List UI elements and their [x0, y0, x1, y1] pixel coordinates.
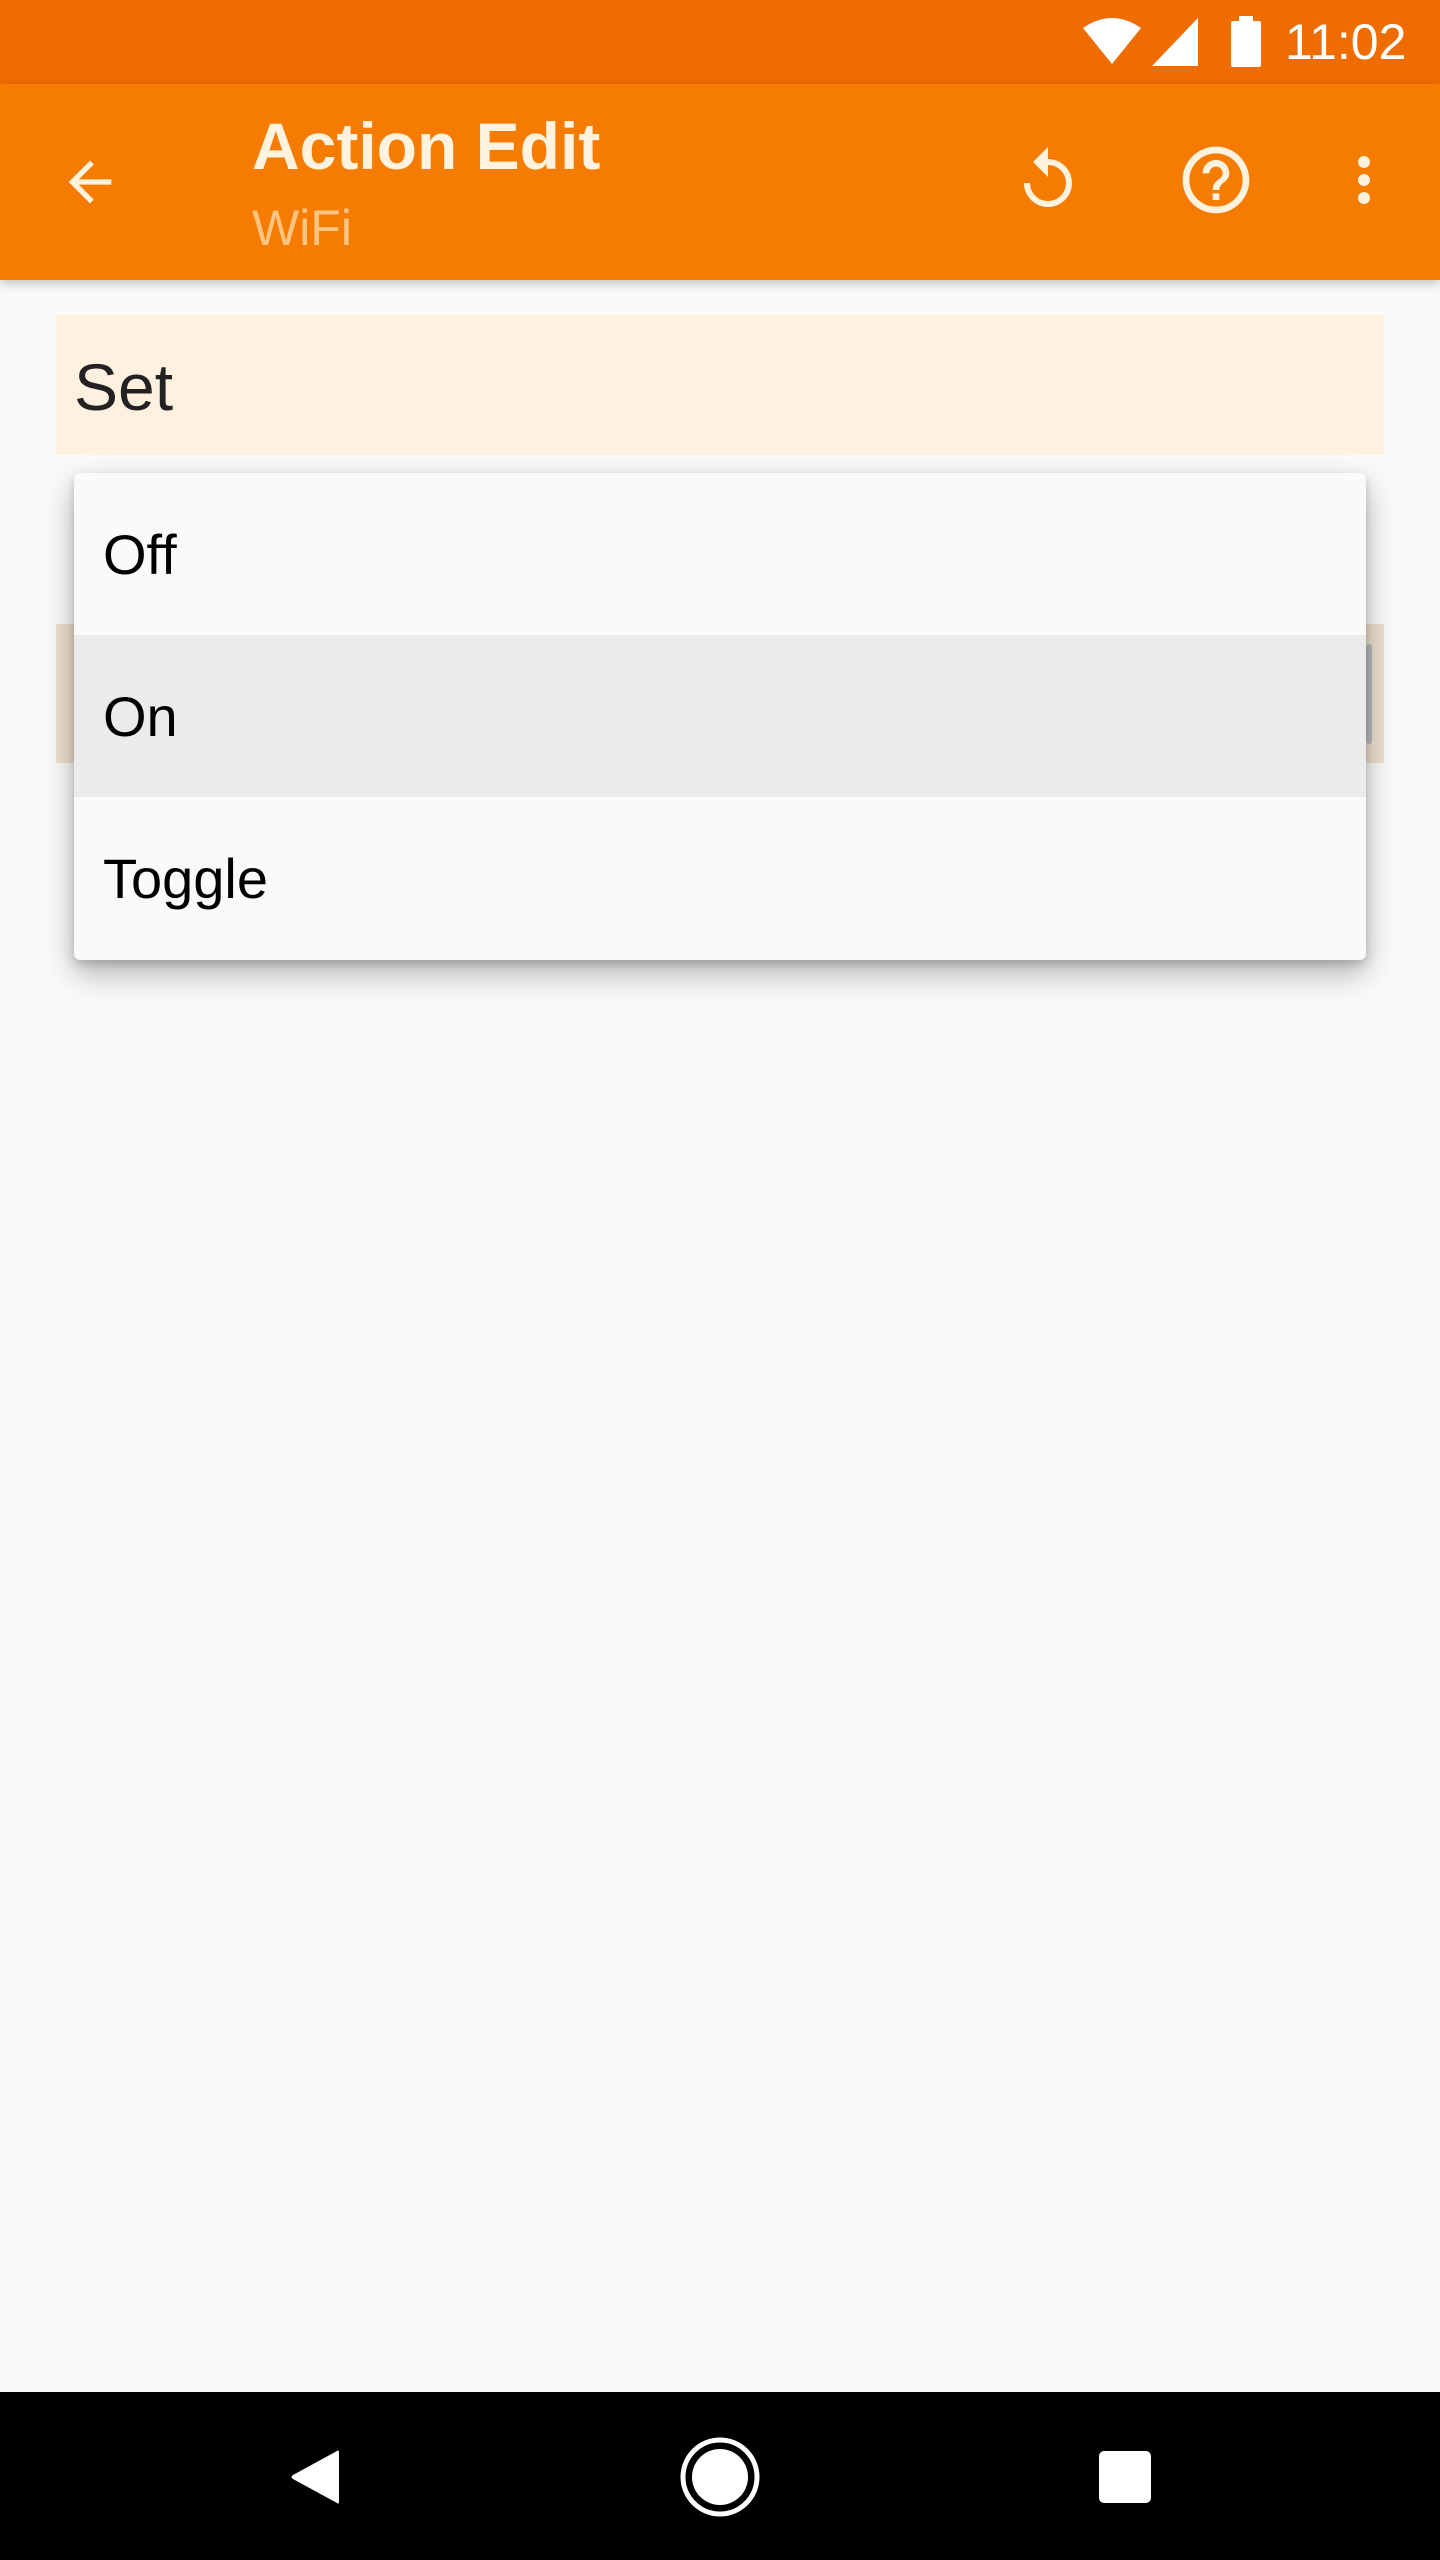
help-button[interactable]	[1168, 132, 1264, 228]
cell-signal-icon	[1152, 18, 1198, 66]
dropdown-option-off[interactable]: Off	[74, 473, 1366, 635]
option-label: On	[103, 684, 178, 748]
dropdown-option-toggle[interactable]: Toggle	[74, 797, 1366, 959]
set-label: Set	[74, 350, 174, 424]
option-label: Off	[103, 522, 177, 586]
help-icon	[1182, 146, 1250, 214]
more-options-button[interactable]	[1316, 132, 1412, 228]
state-dropdown-menu: Off On Toggle	[74, 473, 1366, 960]
dropdown-option-on[interactable]: On	[74, 635, 1366, 797]
nav-back-icon	[291, 2450, 339, 2504]
status-bar: 11:02	[0, 0, 1440, 84]
nav-recents-button[interactable]	[1080, 2432, 1170, 2522]
more-vert-icon	[1358, 156, 1370, 204]
undo-button[interactable]	[1000, 132, 1096, 228]
system-nav-bar	[0, 2392, 1440, 2560]
undo-icon	[1024, 147, 1072, 207]
app-toolbar: Action Edit WiFi	[0, 84, 1440, 280]
set-field: Set	[56, 315, 1384, 455]
nav-home-button[interactable]	[668, 2425, 772, 2529]
option-label: Toggle	[103, 846, 269, 910]
wifi-icon	[1083, 18, 1141, 64]
back-arrow-icon	[68, 160, 112, 204]
nav-recents-icon	[1099, 2451, 1151, 2503]
page-title: Action Edit	[252, 109, 601, 183]
battery-icon	[1231, 16, 1261, 67]
spinner-edge	[1366, 644, 1372, 744]
page-subtitle: WiFi	[252, 200, 352, 256]
nav-back-button[interactable]	[270, 2432, 360, 2522]
clock: 11:02	[1285, 14, 1407, 70]
nav-home-icon	[680, 2437, 760, 2517]
back-button[interactable]	[42, 134, 138, 230]
